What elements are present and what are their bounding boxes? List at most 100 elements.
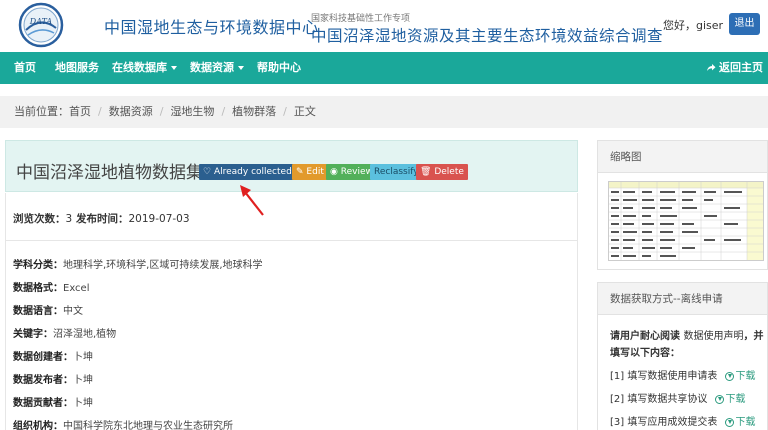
- views-value: 3: [65, 213, 73, 225]
- meta-value: 卜坤: [73, 352, 93, 363]
- edit-label: Edit: [306, 167, 324, 177]
- meta-row-keywords: 关键字：沼泽湿地,植物: [13, 325, 116, 340]
- notice-bold: 请用户耐心阅读: [610, 331, 680, 342]
- breadcrumb-separator: /: [283, 105, 287, 118]
- nav-item-help-center[interactable]: 帮助中心: [257, 52, 301, 84]
- breadcrumb-item-home[interactable]: 首页: [69, 105, 91, 118]
- meta-value: 卜坤: [73, 375, 93, 386]
- download-icon: [724, 371, 734, 381]
- data-center-logo: DATA: [18, 2, 64, 48]
- step-text: [3] 填写应用成效提交表: [610, 417, 718, 428]
- delete-button[interactable]: 🗑 Delete: [416, 164, 468, 180]
- meta-value: 沼泽湿地,植物: [53, 329, 117, 340]
- nav-item-home[interactable]: 首页: [14, 52, 36, 84]
- nav-item-map-service[interactable]: 地图服务: [55, 52, 99, 84]
- logo-text: DATA: [29, 17, 53, 26]
- nav-item-label: 数据资源: [190, 61, 234, 74]
- notice-line-2: 填写以下内容：: [610, 348, 680, 359]
- breadcrumb-separator: /: [221, 105, 226, 118]
- header: DATA 中国湿地生态与环境数据中心 国家科技基础性工作专项 中国沼泽湿地资源及…: [0, 0, 768, 52]
- meta-label: 数据发布者：: [13, 375, 73, 386]
- nav-item-label: 地图服务: [55, 61, 99, 74]
- download-icon: [724, 417, 734, 427]
- breadcrumb-item-current: 正文: [293, 105, 316, 118]
- site-title[interactable]: 中国湿地生态与环境数据中心: [104, 14, 319, 38]
- page: DATA 中国湿地生态与环境数据中心 国家科技基础性工作专项 中国沼泽湿地资源及…: [0, 0, 768, 430]
- chevron-down-icon: [171, 66, 177, 70]
- heart-icon: ♡: [203, 167, 212, 177]
- nav-item-online-database[interactable]: 在线数据库: [112, 52, 177, 84]
- user-greeting: 您好，giser: [663, 19, 724, 32]
- download-application-form-link[interactable]: 下载: [724, 371, 756, 382]
- meta-row-format: 数据格式：Excel: [13, 279, 90, 294]
- eye-icon: ◉: [330, 167, 338, 177]
- project-title: 中国沼泽湿地资源及其主要生态环境效益综合调查: [311, 27, 664, 45]
- data-use-statement-link[interactable]: 数据使用声明: [683, 331, 743, 342]
- views-label: 浏览次数：: [13, 213, 66, 225]
- data-access-heading: 数据获取方式--离线申请: [598, 283, 767, 315]
- dataset-title: 中国沼泽湿地植物数据集: [16, 163, 203, 183]
- already-collected-button[interactable]: ♡ Already collected: [199, 164, 296, 180]
- nav-item-label: 首页: [14, 61, 36, 74]
- meta-label: 数据贡献者：: [13, 398, 73, 409]
- nav-item-label: 在线数据库: [112, 61, 167, 74]
- breadcrumb-prefix: 当前位置：: [14, 105, 69, 118]
- breadcrumb: 当前位置：首页 / 数据资源 / 湿地生物 / 植物群落 / 正文: [0, 96, 768, 128]
- annotation-arrow-icon: [240, 185, 264, 216]
- published-value: 2019-07-03: [128, 213, 190, 225]
- views-stat: 浏览次数：3: [13, 211, 72, 226]
- trash-icon: 🗑: [420, 167, 432, 177]
- meta-value: 中国科学院东北地理与农业生态研究所: [63, 421, 233, 430]
- delete-label: Delete: [434, 167, 464, 177]
- download-icon: [714, 394, 724, 404]
- meta-label: 学科分类：: [13, 260, 63, 271]
- download-label: 下载: [735, 417, 756, 428]
- review-label: Review: [340, 167, 373, 177]
- meta-label: 组织机构：: [13, 421, 63, 430]
- notice-rest: ，并: [743, 331, 764, 342]
- meta-label: 关键字：: [13, 329, 53, 340]
- meta-row-creator: 数据创建者：卜坤: [13, 348, 93, 363]
- dataset-metadata: 学科分类：地理科学,环境科学,区域可持续发展,地球科学 数据格式：Excel 数…: [5, 241, 578, 430]
- spreadsheet-thumbnail-icon: [609, 182, 763, 260]
- project-subtitle: 国家科技基础性工作专项: [311, 14, 411, 24]
- download-results-form-link[interactable]: 下载: [724, 417, 756, 428]
- logout-button[interactable]: 退出: [729, 13, 760, 35]
- breadcrumb-item-wetland-biology[interactable]: 湿地生物: [170, 105, 214, 118]
- thumbnail-card: 缩略图: [597, 140, 768, 270]
- meta-row-language: 数据语言：中文: [13, 302, 83, 317]
- meta-value: Excel: [63, 283, 90, 294]
- breadcrumb-separator: /: [159, 105, 164, 118]
- meta-value: 卜坤: [73, 398, 93, 409]
- download-label: 下载: [735, 371, 756, 382]
- meta-label: 数据格式：: [13, 283, 63, 294]
- meta-label: 数据语言：: [13, 306, 63, 317]
- breadcrumb-item-plant-community[interactable]: 植物群落: [232, 105, 276, 118]
- download-label: 下载: [725, 394, 746, 405]
- meta-value: 地理科学,环境科学,区域可持续发展,地球科学: [63, 260, 263, 271]
- dataset-title-bar: 中国沼泽湿地植物数据集 ♡ Already collected ✎ Edit ◉…: [5, 140, 578, 192]
- edit-button[interactable]: ✎ Edit: [292, 164, 328, 180]
- published-stat: 发布时间：2019-07-03: [76, 211, 190, 226]
- share-arrow-icon: [707, 64, 716, 71]
- step-row-sharing-agreement: [2] 填写数据共享协议 下载: [610, 390, 746, 405]
- meta-row-publisher: 数据发布者：卜坤: [13, 371, 93, 386]
- reclassify-button[interactable]: Reclassify: [370, 164, 423, 180]
- pencil-icon: ✎: [296, 167, 304, 177]
- return-home-link[interactable]: 返回主页: [706, 52, 763, 84]
- main-nav: 首页 地图服务 在线数据库 数据资源 帮助中心 返回主页: [0, 52, 768, 84]
- breadcrumb-separator: /: [98, 105, 102, 118]
- step-row-results-form: [3] 填写应用成效提交表 下载: [610, 413, 756, 428]
- breadcrumb-item-data-resources[interactable]: 数据资源: [109, 105, 153, 118]
- reclassify-label: Reclassify: [374, 167, 419, 177]
- thumbnail-heading: 缩略图: [598, 141, 767, 173]
- step-text: [1] 填写数据使用申请表: [610, 371, 718, 382]
- nav-item-data-resources[interactable]: 数据资源: [190, 52, 244, 84]
- meta-row-subject: 学科分类：地理科学,环境科学,区域可持续发展,地球科学: [13, 256, 263, 271]
- data-access-card: 数据获取方式--离线申请 请用户耐心阅读 数据使用声明，并 填写以下内容： [1…: [597, 282, 768, 430]
- meta-value: 中文: [63, 306, 83, 317]
- dataset-thumbnail[interactable]: [608, 181, 764, 261]
- access-notice: 请用户耐心阅读 数据使用声明，并: [610, 327, 763, 342]
- dataset-stats: 浏览次数：3 发布时间：2019-07-03: [5, 193, 578, 241]
- download-sharing-agreement-link[interactable]: 下载: [714, 394, 746, 405]
